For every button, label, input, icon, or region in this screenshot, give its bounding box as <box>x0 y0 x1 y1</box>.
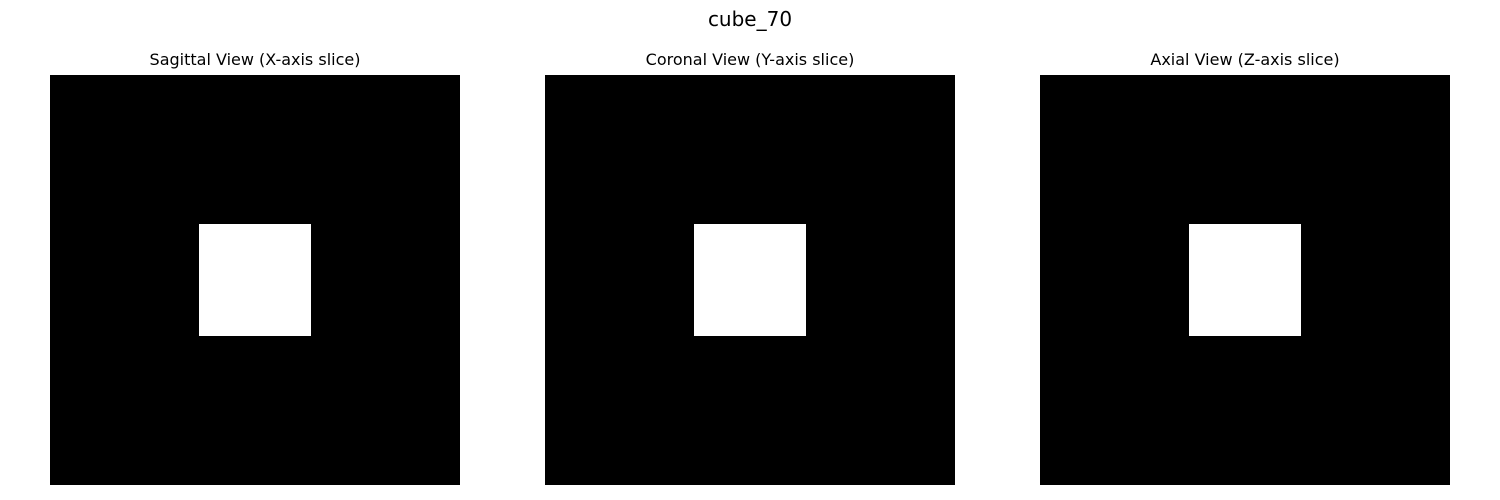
cube-cross-section <box>1189 224 1301 336</box>
figure-title: cube_70 <box>707 7 793 31</box>
cube-cross-section <box>199 224 311 336</box>
axial-slice-image <box>1040 75 1450 485</box>
cube-cross-section <box>694 224 806 336</box>
sagittal-panel: Sagittal View (X-axis slice) <box>50 48 460 485</box>
coronal-view-title: Coronal View (Y-axis slice) <box>645 50 855 69</box>
coronal-panel: Coronal View (Y-axis slice) <box>545 48 955 485</box>
axial-panel: Axial View (Z-axis slice) <box>1040 48 1450 485</box>
coronal-slice-image <box>545 75 955 485</box>
sagittal-view-title: Sagittal View (X-axis slice) <box>149 50 361 69</box>
axial-view-title: Axial View (Z-axis slice) <box>1150 50 1340 69</box>
sagittal-slice-image <box>50 75 460 485</box>
